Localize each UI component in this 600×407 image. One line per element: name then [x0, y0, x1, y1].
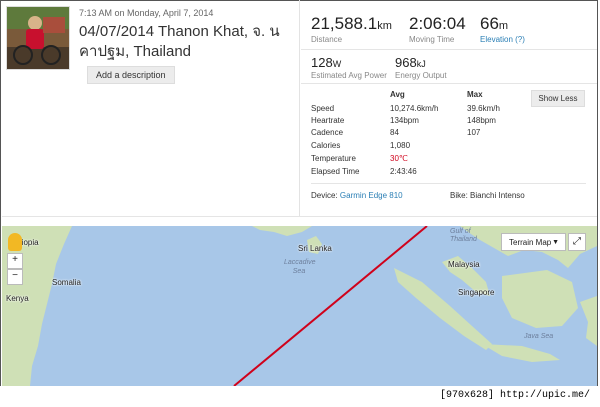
max-header: Max	[467, 90, 483, 99]
elevation-unit: m	[498, 20, 509, 32]
moving-time-label: Moving Time	[409, 35, 455, 44]
sulawesi-landmass	[580, 296, 597, 346]
device-label: Device:	[311, 191, 338, 200]
add-description-button[interactable]: Add a description	[87, 66, 175, 84]
map-label-gulf-of-thailand: Gulf of Thailand	[450, 228, 477, 243]
panel-divider	[299, 0, 300, 216]
row-max: 39.6km/h	[467, 104, 500, 113]
row-avg: 10,274.6km/h	[390, 104, 439, 113]
avg-header: Avg	[390, 90, 405, 99]
details-divider	[301, 83, 597, 84]
distance-stat: 21,588.1km Distance	[311, 14, 392, 44]
india-landmass	[252, 226, 312, 236]
power-stat: 128W Estimated Avg Power	[311, 55, 387, 80]
chevron-down-icon: ▼	[552, 239, 559, 246]
row-label: Heartrate	[311, 116, 345, 125]
row-avg: 1,080	[390, 141, 411, 150]
bike-value: Bianchi Intenso	[470, 191, 525, 200]
row-label: Calories	[311, 141, 341, 150]
power-value: 128	[311, 55, 333, 70]
map-label-singapore: Singapore	[458, 288, 495, 297]
zoom-in-button[interactable]: +	[7, 253, 23, 269]
show-less-button[interactable]: Show Less	[531, 90, 585, 107]
zoom-out-button[interactable]: −	[7, 269, 23, 285]
device-divider	[311, 183, 586, 184]
route-map[interactable]: thiopia Kenya Somalia Sri Lanka Laccadiv…	[2, 226, 597, 386]
map-zoom-controls: + −	[7, 233, 23, 285]
bike-info: Bike: Bianchi Intenso	[450, 191, 525, 200]
map-label-sri-lanka: Sri Lanka	[298, 244, 332, 253]
row-avg: 134bpm	[390, 116, 419, 125]
map-top-divider	[2, 216, 597, 217]
bike-label: Bike:	[450, 191, 468, 200]
java-landmass	[482, 344, 560, 362]
terrain-map-label: Terrain Map	[509, 238, 552, 247]
image-footer: [970x628] http://upic.me/	[0, 386, 598, 405]
row-avg: 30℃	[390, 154, 408, 163]
moving-time-stat: 2:06:04 Moving Time	[409, 14, 466, 44]
map-label-java-sea: Java Sea	[524, 333, 554, 340]
energy-label: Energy Output	[395, 71, 447, 80]
power-unit: W	[332, 59, 342, 69]
fullscreen-button[interactable]: ⤢	[568, 233, 586, 251]
energy-unit: kJ	[416, 59, 426, 69]
footer-text: [970x628] http://upic.me/	[439, 390, 590, 401]
row-label: Elapsed Time	[311, 167, 360, 176]
street-view-pegman-icon[interactable]	[8, 233, 22, 251]
row-label: Cadence	[311, 128, 344, 137]
row-label: Temperature	[311, 154, 356, 163]
terrain-map-dropdown[interactable]: Terrain Map ▼	[501, 233, 566, 251]
row-avg: 84	[390, 128, 399, 137]
distance-unit: km	[377, 20, 392, 32]
energy-value: 968	[395, 55, 417, 70]
avatar	[6, 6, 70, 70]
device-info: Device: Garmin Edge 810	[311, 191, 403, 200]
distance-label: Distance	[311, 35, 343, 44]
moving-time-value: 2:06:04	[409, 14, 466, 33]
row-avg: 2:43:46	[390, 167, 417, 176]
borneo-landmass	[502, 270, 578, 328]
summary-divider	[301, 49, 597, 50]
row-max: 107	[467, 128, 481, 137]
elevation-help-link[interactable]: Elevation (?)	[480, 35, 525, 44]
power-label: Estimated Avg Power	[311, 71, 387, 80]
elevation-stat: 66m Elevation (?)	[480, 14, 525, 44]
row-max: 148bpm	[467, 116, 496, 125]
device-link[interactable]: Garmin Edge 810	[340, 191, 403, 200]
distance-value: 21,588.1	[311, 14, 378, 33]
map-label-kenya: Kenya	[6, 294, 29, 303]
elevation-value: 66	[480, 14, 499, 33]
row-label: Speed	[311, 104, 335, 113]
map-label-somalia: Somalia	[52, 278, 81, 287]
activity-datetime: 7:13 AM on Monday, April 7, 2014	[79, 8, 214, 18]
energy-stat: 968kJ Energy Output	[395, 55, 447, 80]
activity-title: 04/07/2014 Thanon Khat, จ. นคาปฐม, Thail…	[79, 23, 280, 60]
expand-icon: ⤢	[573, 236, 581, 247]
map-label-laccadive-sea: Laccadive Sea	[284, 259, 316, 275]
map-label-malaysia: Malaysia	[448, 260, 480, 269]
